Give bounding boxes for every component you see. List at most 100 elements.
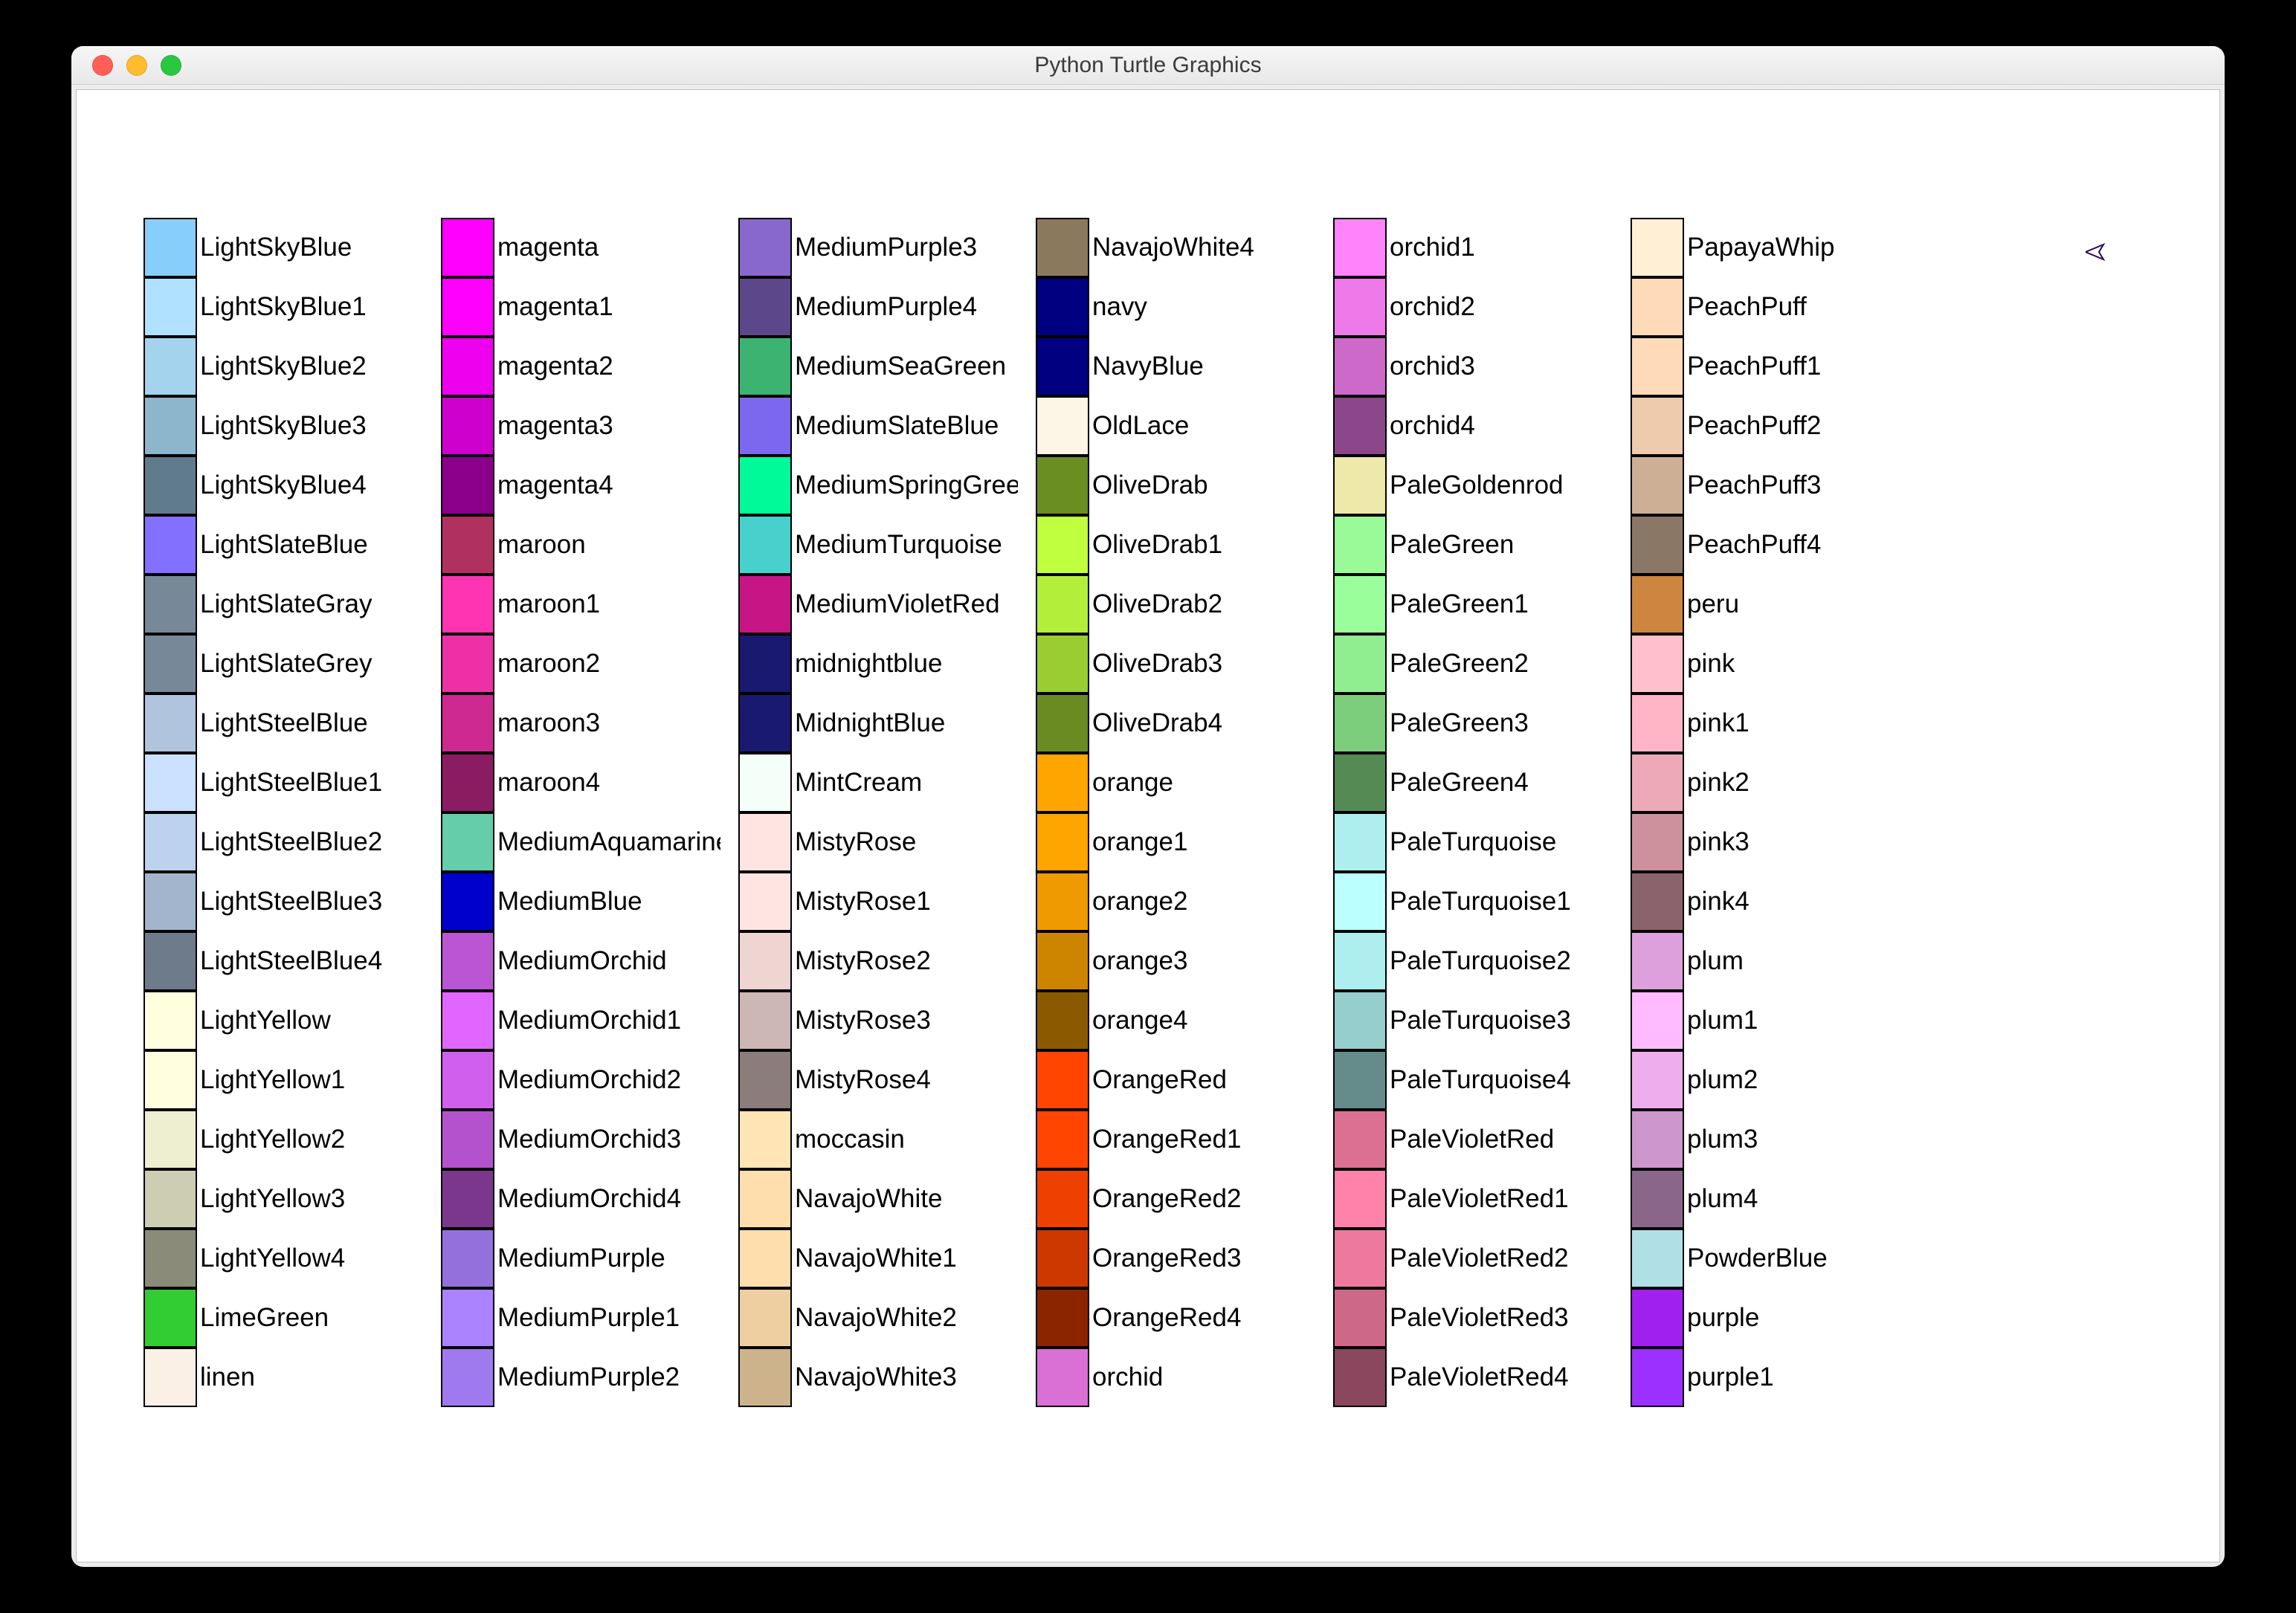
color-row: PaleVioletRed2 — [1333, 1229, 1616, 1288]
color-row: NavajoWhite2 — [738, 1288, 1021, 1348]
color-swatch — [441, 396, 494, 456]
color-swatch — [738, 1229, 792, 1288]
color-label: maroon — [497, 530, 586, 560]
color-swatch — [738, 218, 792, 277]
color-label: LightSkyBlue — [200, 233, 352, 262]
color-row: plum — [1631, 931, 1913, 991]
color-label: purple — [1687, 1303, 1759, 1333]
color-swatch — [1631, 1288, 1684, 1348]
color-label: PaleTurquoise1 — [1390, 887, 1571, 917]
color-row: orchid3 — [1333, 337, 1616, 396]
color-row: LightSlateGrey — [144, 634, 426, 694]
color-row: PaleGreen3 — [1333, 694, 1616, 753]
color-label: purple1 — [1687, 1363, 1774, 1392]
color-row: NavajoWhite4 — [1036, 218, 1318, 277]
color-label: orange — [1092, 768, 1173, 798]
color-swatch — [441, 1169, 494, 1229]
zoom-button[interactable] — [161, 55, 181, 76]
color-label: PaleTurquoise3 — [1390, 1006, 1571, 1035]
color-label: LightSteelBlue3 — [200, 887, 382, 917]
color-row: LightSkyBlue3 — [144, 396, 426, 456]
color-swatch — [1036, 1288, 1089, 1348]
minimize-button[interactable] — [126, 55, 147, 76]
color-row: maroon — [441, 515, 723, 575]
color-row: LightSteelBlue2 — [144, 812, 426, 872]
color-label: MediumSpringGreen — [795, 471, 1018, 500]
titlebar[interactable]: Python Turtle Graphics — [71, 46, 2225, 85]
color-row: LightYellow2 — [144, 1110, 426, 1169]
color-swatch — [1631, 1169, 1684, 1229]
color-row: plum4 — [1631, 1169, 1913, 1229]
color-swatch — [1036, 1348, 1089, 1407]
color-label: PeachPuff1 — [1687, 352, 1821, 381]
color-column: LightSkyBlueLightSkyBlue1LightSkyBlue2Li… — [144, 218, 426, 1407]
color-swatch — [441, 337, 494, 396]
color-swatch — [441, 515, 494, 575]
color-label: PaleVioletRed3 — [1390, 1303, 1569, 1333]
color-row: LightSteelBlue1 — [144, 753, 426, 812]
color-row: MediumOrchid1 — [441, 991, 723, 1050]
color-row: PaleTurquoise — [1333, 812, 1616, 872]
color-label: OliveDrab — [1092, 471, 1208, 500]
color-label: LightSteelBlue2 — [200, 827, 382, 857]
color-swatch — [738, 991, 792, 1050]
color-swatch — [1036, 515, 1089, 575]
color-column: NavajoWhite4navyNavyBlueOldLaceOliveDrab… — [1036, 218, 1318, 1407]
color-label: PaleGreen1 — [1390, 589, 1529, 619]
color-row: MediumTurquoise — [738, 515, 1021, 575]
color-label: pink1 — [1687, 708, 1750, 738]
color-label: orchid — [1092, 1363, 1163, 1392]
color-row: magenta4 — [441, 456, 723, 515]
color-label: orchid4 — [1390, 411, 1475, 441]
color-label: pink2 — [1687, 768, 1750, 798]
color-label: MediumTurquoise — [795, 530, 1002, 560]
color-label: OldLace — [1092, 411, 1189, 441]
color-label: LightSkyBlue4 — [200, 471, 367, 500]
color-label: plum2 — [1687, 1065, 1758, 1095]
color-label: pink — [1687, 649, 1735, 679]
color-label: magenta — [497, 233, 599, 262]
color-label: orange3 — [1092, 946, 1187, 976]
color-label: magenta4 — [497, 471, 613, 500]
color-label: magenta1 — [497, 292, 613, 322]
color-label: MediumAquamarine — [497, 827, 720, 857]
color-label: PaleVioletRed2 — [1390, 1244, 1569, 1273]
color-label: MistyRose4 — [795, 1065, 931, 1095]
color-row: LightSteelBlue3 — [144, 872, 426, 931]
color-row: magenta — [441, 218, 723, 277]
color-column: PapayaWhipPeachPuffPeachPuff1PeachPuff2P… — [1631, 218, 1913, 1407]
color-swatch — [738, 634, 792, 694]
color-label: LightSlateGrey — [200, 649, 373, 679]
color-row: MediumOrchid4 — [441, 1169, 723, 1229]
color-label: plum4 — [1687, 1184, 1758, 1214]
color-swatch — [738, 1348, 792, 1407]
color-row: plum1 — [1631, 991, 1913, 1050]
color-swatch — [738, 575, 792, 634]
color-swatch — [738, 753, 792, 812]
color-label: PaleTurquoise4 — [1390, 1065, 1571, 1095]
color-label: LimeGreen — [200, 1303, 329, 1333]
color-label: linen — [200, 1363, 255, 1392]
color-swatch — [1333, 277, 1387, 337]
color-swatch — [441, 1348, 494, 1407]
color-label: MediumPurple4 — [795, 292, 977, 322]
color-swatch — [1333, 515, 1387, 575]
color-row: midnightblue — [738, 634, 1021, 694]
color-label: orchid3 — [1390, 352, 1475, 381]
color-swatch — [738, 456, 792, 515]
color-label: orange4 — [1092, 1006, 1187, 1035]
color-row: LimeGreen — [144, 1288, 426, 1348]
color-row: NavyBlue — [1036, 337, 1318, 396]
color-row: MediumPurple1 — [441, 1288, 723, 1348]
color-label: NavyBlue — [1092, 352, 1204, 381]
color-row: MediumVioletRed — [738, 575, 1021, 634]
color-swatch — [1333, 1348, 1387, 1407]
color-row: LightSlateGray — [144, 575, 426, 634]
color-row: magenta3 — [441, 396, 723, 456]
color-swatch — [144, 515, 197, 575]
color-label: PaleGoldenrod — [1390, 471, 1564, 500]
color-label: PeachPuff3 — [1687, 471, 1821, 500]
color-label: NavajoWhite3 — [795, 1363, 957, 1392]
close-button[interactable] — [92, 55, 113, 76]
color-swatch — [1333, 991, 1387, 1050]
